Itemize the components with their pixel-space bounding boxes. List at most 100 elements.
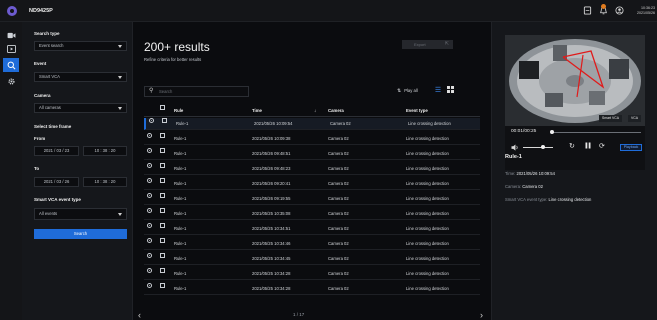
cell-rule: Rule-1 <box>176 121 189 126</box>
row-checkbox[interactable] <box>160 268 165 273</box>
row-checkbox[interactable] <box>160 283 165 288</box>
page-indicator: 1 / 17 <box>293 312 305 317</box>
fisheye-frame-image <box>505 35 645 126</box>
export-button[interactable]: Export ⇱ <box>402 40 453 49</box>
table-row[interactable]: Rule-1 2021/05/26 09:48:51 Camera 02 Line c… <box>144 148 480 160</box>
left-nav <box>0 22 22 320</box>
row-checkbox[interactable] <box>160 208 165 213</box>
from-date-field[interactable]: 2021 / 03 / 23 <box>34 146 79 156</box>
cell-event-type: Line crossing detection <box>406 286 449 291</box>
playback-icon[interactable] <box>5 43 17 55</box>
event-label: Event <box>34 61 47 66</box>
play-radio-icon[interactable] <box>147 253 152 258</box>
list-view-icon[interactable]: ☰ <box>433 86 443 95</box>
settings-icon[interactable] <box>5 75 17 87</box>
cell-rule: Rule-1 <box>174 166 187 171</box>
table-row[interactable]: Rule-1 2021/05/25 10:34:28 Camera 02 Line c… <box>144 268 480 280</box>
play-radio-icon[interactable] <box>147 283 152 288</box>
row-checkbox[interactable] <box>160 133 165 138</box>
results-subtitle: Refine criteria for better results <box>144 57 202 62</box>
camera-icon[interactable] <box>5 29 17 41</box>
table-row[interactable]: Rule-1 2021/05/26 10:09:38 Camera 02 Line c… <box>144 133 480 145</box>
timeline-track[interactable] <box>553 131 641 133</box>
column-camera[interactable]: Camera <box>328 105 344 117</box>
row-checkbox[interactable] <box>160 223 165 228</box>
table-row[interactable]: Rule-1 2021/05/26 09:48:23 Camera 02 Line c… <box>144 163 480 175</box>
play-radio-icon[interactable] <box>147 178 152 183</box>
table-row[interactable]: Rule-1 2021/05/26 09:19:55 Camera 02 Line c… <box>144 193 480 205</box>
cell-camera: Camera 02 <box>328 166 349 171</box>
table-row[interactable]: Rule-1 2021/05/25 10:34:51 Camera 02 Line c… <box>144 223 480 235</box>
cell-event-type: Line crossing detection <box>406 196 449 201</box>
select-all-checkbox[interactable] <box>160 105 165 110</box>
play-radio-icon[interactable] <box>147 223 152 228</box>
play-radio-icon[interactable] <box>147 268 152 273</box>
play-radio-icon[interactable] <box>147 193 152 198</box>
playback-button[interactable]: Playback <box>620 144 642 151</box>
column-time[interactable]: Time <box>252 105 262 117</box>
play-radio-icon[interactable] <box>147 238 152 243</box>
volume-knob[interactable] <box>541 145 545 149</box>
play-all-icon: ⇅ <box>397 88 402 94</box>
pause-icon[interactable] <box>585 142 591 151</box>
play-all-label: Play all <box>404 88 418 93</box>
sort-desc-icon[interactable]: ↓ <box>314 105 316 117</box>
chevron-right-icon[interactable]: › <box>480 310 483 320</box>
cell-time: 2021/05/25 10:34:28 <box>252 286 291 291</box>
chevron-down-icon <box>118 213 122 216</box>
from-time-field[interactable]: 10 : 38 : 20 <box>83 146 127 156</box>
table-row[interactable]: Rule-1 2021/05/25 10:34:28 Camera 02 Line c… <box>144 283 480 295</box>
grid-view-icon[interactable] <box>445 86 455 95</box>
play-radio-icon[interactable] <box>149 118 154 123</box>
refresh-icon[interactable]: ⟳ <box>599 142 605 150</box>
cell-rule: Rule-1 <box>174 271 187 276</box>
to-time-field[interactable]: 10 : 38 : 20 <box>83 177 127 187</box>
play-all-button[interactable]: ⇅ Play all <box>397 88 418 94</box>
playback-time: 00:01/00:25 <box>511 129 537 134</box>
search-type-select[interactable]: Event search <box>34 41 127 51</box>
cell-camera: Camera 02 <box>328 181 349 186</box>
row-checkbox[interactable] <box>160 148 165 153</box>
table-row[interactable]: Rule-1 2021/05/25 10:35:08 Camera 02 Line c… <box>144 208 480 220</box>
table-row[interactable]: Rule-1 2021/05/25 10:34:45 Camera 02 Line c… <box>144 253 480 265</box>
row-checkbox[interactable] <box>160 238 165 243</box>
volume-icon[interactable] <box>511 144 519 153</box>
play-radio-icon[interactable] <box>147 208 152 213</box>
results-search-input[interactable]: ⚲ Search <box>144 86 249 97</box>
chevron-left-icon[interactable]: ‹ <box>138 310 141 320</box>
table-row[interactable]: Rule-1 2021/05/25 10:34:46 Camera 02 Line c… <box>144 238 480 250</box>
cell-camera: Camera 02 <box>330 121 351 126</box>
cell-event-type: Line crossing detection <box>406 226 449 231</box>
cell-rule: Rule-1 <box>174 211 187 216</box>
table-row[interactable]: Rule-1 2021/05/26 09:20:41 Camera 02 Line c… <box>144 178 480 190</box>
video-preview[interactable]: Smart VCA VCA <box>505 35 645 126</box>
row-checkbox[interactable] <box>160 193 165 198</box>
replay-icon[interactable]: ↻ <box>569 142 575 150</box>
timeline-knob[interactable] <box>550 130 554 134</box>
play-radio-icon[interactable] <box>147 163 152 168</box>
table-row[interactable]: Rule-1 2021/05/26 10:09:54 Camera 02 Line c… <box>144 118 480 130</box>
cell-camera: Camera 02 <box>328 211 349 216</box>
camera-select[interactable]: All cameras <box>34 103 127 113</box>
search-button[interactable]: Search <box>34 229 127 239</box>
search-icon: ⚲ <box>149 88 154 94</box>
row-checkbox[interactable] <box>162 118 167 123</box>
volume-slider[interactable] <box>523 147 553 148</box>
clock: 10:36:23 2021/05/26 <box>630 6 655 15</box>
play-radio-icon[interactable] <box>147 148 152 153</box>
row-checkbox[interactable] <box>160 178 165 183</box>
playback-controls: 00:01/00:25 ↻ ⟳ Playback <box>505 126 645 170</box>
user-icon[interactable] <box>614 6 624 16</box>
event-select[interactable]: Smart VCA <box>34 72 127 82</box>
cell-event-type: Line crossing detection <box>406 181 449 186</box>
storage-icon[interactable] <box>582 6 592 16</box>
column-event-type[interactable]: Event type <box>406 105 428 117</box>
search-icon[interactable] <box>3 58 19 72</box>
vca-type-select[interactable]: All events <box>34 208 127 220</box>
column-rule[interactable]: Rule <box>174 105 183 117</box>
row-checkbox[interactable] <box>160 253 165 258</box>
play-radio-icon[interactable] <box>147 133 152 138</box>
preview-panel: Smart VCA VCA 00:01/00:25 ↻ ⟳ Playback R… <box>491 22 657 320</box>
to-date-field[interactable]: 2021 / 03 / 26 <box>34 177 79 187</box>
row-checkbox[interactable] <box>160 163 165 168</box>
